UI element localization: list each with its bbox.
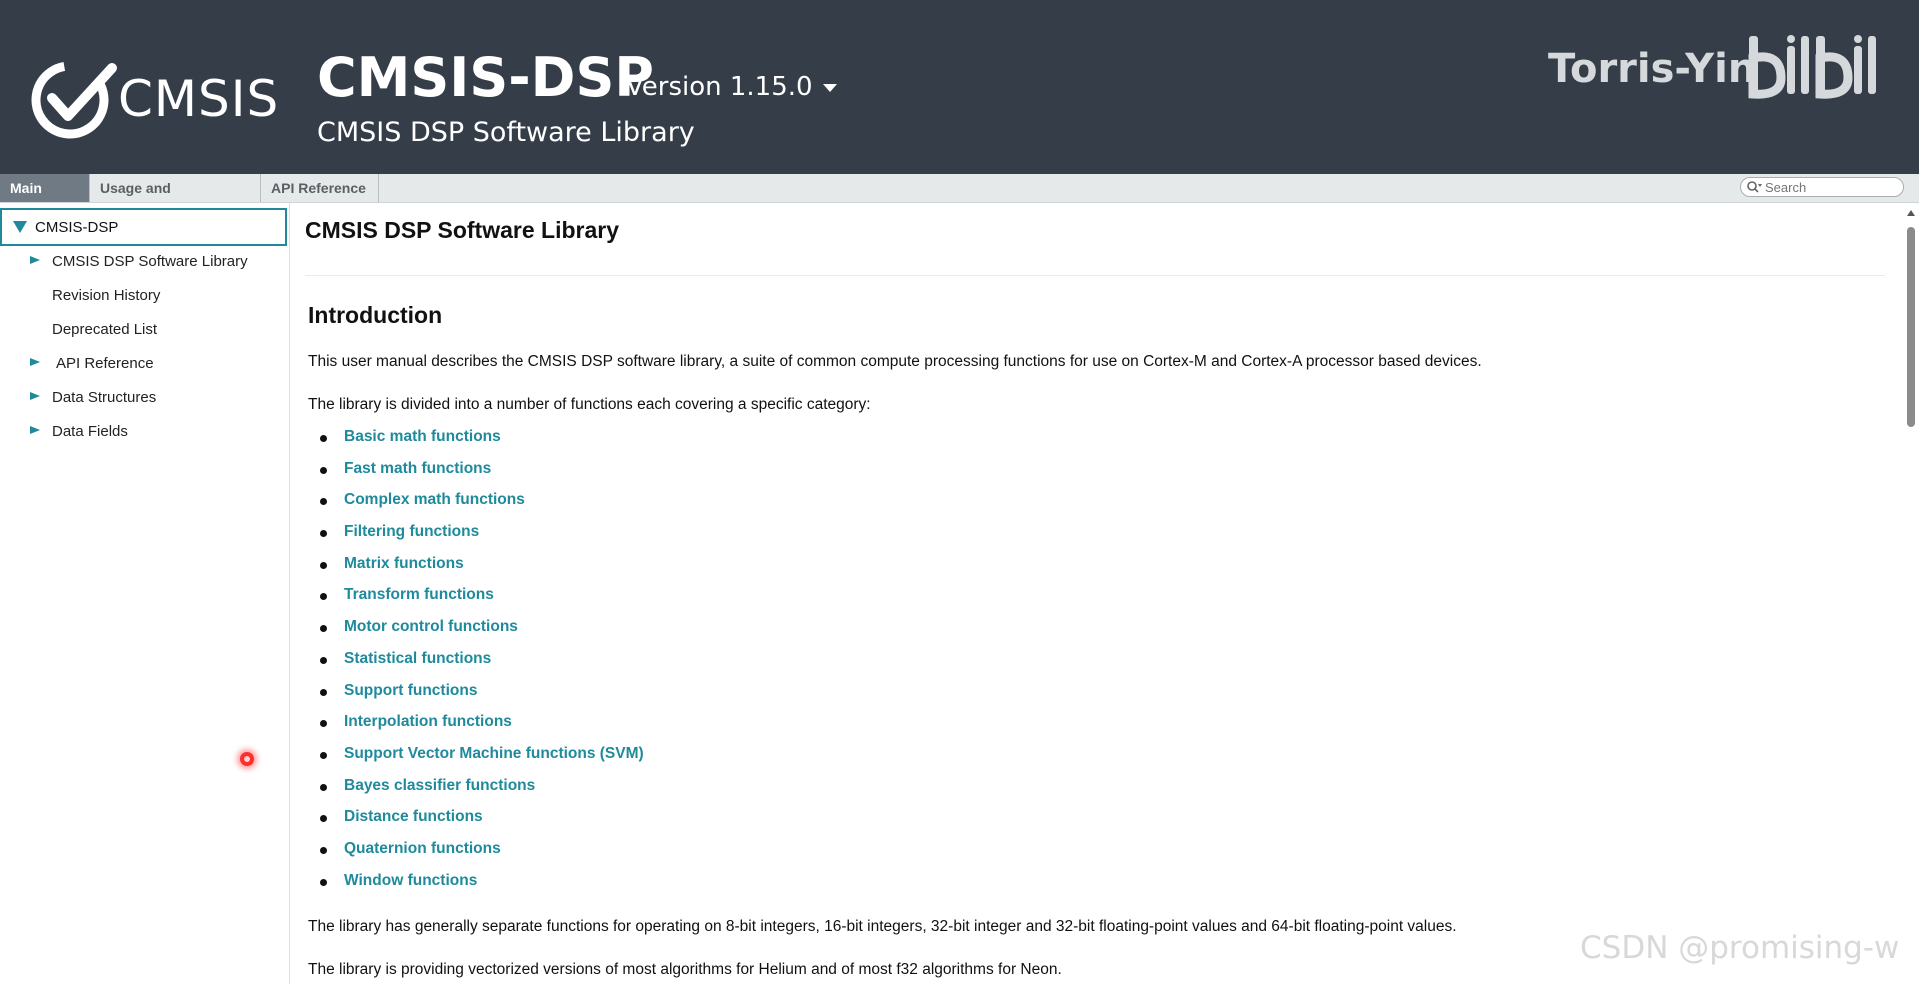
- link-basic-math[interactable]: Basic math functions: [344, 428, 501, 446]
- title-divider: [305, 275, 1885, 276]
- bilibili-logo-icon: [1748, 35, 1876, 99]
- expand-arrow-icon[interactable]: [30, 256, 40, 264]
- bullet-icon: [320, 656, 327, 664]
- version-selector[interactable]: Version 1.15.0: [626, 72, 837, 102]
- tree-item-label: Data Structures: [52, 389, 157, 406]
- bullet-icon: [320, 625, 327, 633]
- tree-item-deprecated-list[interactable]: Deprecated List: [0, 315, 288, 345]
- link-statistical[interactable]: Statistical functions: [344, 650, 491, 668]
- tree-item-data-structures[interactable]: Data Structures: [0, 383, 288, 413]
- link-window[interactable]: Window functions: [344, 872, 477, 890]
- section-heading-introduction: Introduction: [308, 302, 443, 328]
- mouse-cursor-indicator: [240, 752, 254, 766]
- tree-item-label: Revision History: [52, 287, 161, 304]
- tab-api-reference[interactable]: API Reference: [261, 174, 379, 202]
- tree-item-label: API Reference: [56, 355, 154, 372]
- bullet-icon: [320, 498, 327, 506]
- tree-item-label: CMSIS DSP Software Library: [52, 253, 248, 270]
- expanded-triangle-icon[interactable]: [13, 221, 27, 233]
- bullet-icon: [320, 815, 327, 823]
- main-navbar: Main Page Usage and Description API Refe…: [0, 174, 1919, 224]
- content-scrollbar[interactable]: [1903, 203, 1919, 984]
- vectorized-paragraph: The library is providing vectorized vers…: [308, 961, 1062, 978]
- main-content: CMSIS DSP Software Library Introduction …: [290, 203, 1902, 984]
- tab-main-page[interactable]: Main Page: [0, 174, 90, 224]
- bullet-icon: [320, 561, 327, 569]
- tree-item-label: Data Fields: [52, 423, 128, 440]
- tree-root-label: CMSIS-DSP: [35, 219, 119, 236]
- bullet-icon: [320, 878, 327, 886]
- expand-arrow-icon[interactable]: [30, 358, 40, 366]
- divided-paragraph: The library is divided into a number of …: [308, 396, 871, 413]
- chevron-down-icon: [822, 83, 837, 92]
- nav-tree-sidebar: CMSIS-DSP CMSIS DSP Software Library Rev…: [0, 203, 290, 984]
- page-header: CMSIS CMSIS-DSP Version 1.15.0 CMSIS DSP…: [0, 0, 1919, 174]
- logo-text: CMSIS: [118, 70, 280, 128]
- bullet-icon: [320, 751, 327, 759]
- tree-item-label: Deprecated List: [52, 321, 158, 338]
- bullet-icon: [320, 720, 327, 728]
- bullet-icon: [320, 688, 327, 696]
- tree-item-api-reference[interactable]: API Reference: [0, 349, 288, 379]
- link-complex-math[interactable]: Complex math functions: [344, 491, 525, 509]
- bullet-icon: [320, 435, 327, 442]
- link-fast-math[interactable]: Fast math functions: [344, 460, 491, 478]
- csdn-watermark: CSDN @promising-w: [1580, 930, 1900, 966]
- bullet-icon: [320, 530, 327, 538]
- link-transform[interactable]: Transform functions: [344, 586, 494, 604]
- search-input[interactable]: [1765, 179, 1899, 195]
- search-icon[interactable]: [1746, 180, 1762, 194]
- tree-item-software-library[interactable]: CMSIS DSP Software Library: [0, 247, 288, 277]
- scrollbar-thumb[interactable]: [1907, 227, 1915, 427]
- link-quaternion[interactable]: Quaternion functions: [344, 840, 501, 858]
- version-label: Version 1.15.0: [626, 72, 813, 102]
- project-brief: CMSIS DSP Software Library: [317, 117, 695, 148]
- bullet-icon: [320, 783, 327, 791]
- tree-item-data-fields[interactable]: Data Fields: [0, 417, 288, 447]
- uploader-watermark: Torris-Yin: [1548, 46, 1757, 92]
- tab-usage-and-description[interactable]: Usage and Description: [90, 174, 261, 224]
- bullet-icon: [320, 846, 327, 854]
- expand-arrow-icon[interactable]: [30, 392, 40, 400]
- link-filtering[interactable]: Filtering functions: [344, 523, 479, 541]
- expand-arrow-icon[interactable]: [30, 426, 40, 434]
- tree-item-cmsis-dsp[interactable]: CMSIS-DSP: [0, 208, 287, 246]
- link-bayes-classifier[interactable]: Bayes classifier functions: [344, 777, 535, 795]
- page-title: CMSIS DSP Software Library: [305, 217, 619, 243]
- link-support[interactable]: Support functions: [344, 682, 477, 700]
- link-svm[interactable]: Support Vector Machine functions (SVM): [344, 745, 644, 763]
- link-matrix[interactable]: Matrix functions: [344, 555, 464, 573]
- link-distance[interactable]: Distance functions: [344, 808, 483, 826]
- link-interpolation[interactable]: Interpolation functions: [344, 713, 512, 731]
- datatypes-paragraph: The library has generally separate funct…: [308, 918, 1457, 935]
- scroll-up-arrow-icon[interactable]: [1907, 210, 1915, 216]
- search-box[interactable]: [1740, 177, 1904, 197]
- bullet-icon: [320, 593, 327, 601]
- bullet-icon: [320, 466, 327, 474]
- project-name: CMSIS-DSP: [317, 46, 654, 109]
- link-motor-control[interactable]: Motor control functions: [344, 618, 518, 636]
- tree-item-revision-history[interactable]: Revision History: [0, 281, 288, 311]
- intro-paragraph: This user manual describes the CMSIS DSP…: [308, 353, 1482, 370]
